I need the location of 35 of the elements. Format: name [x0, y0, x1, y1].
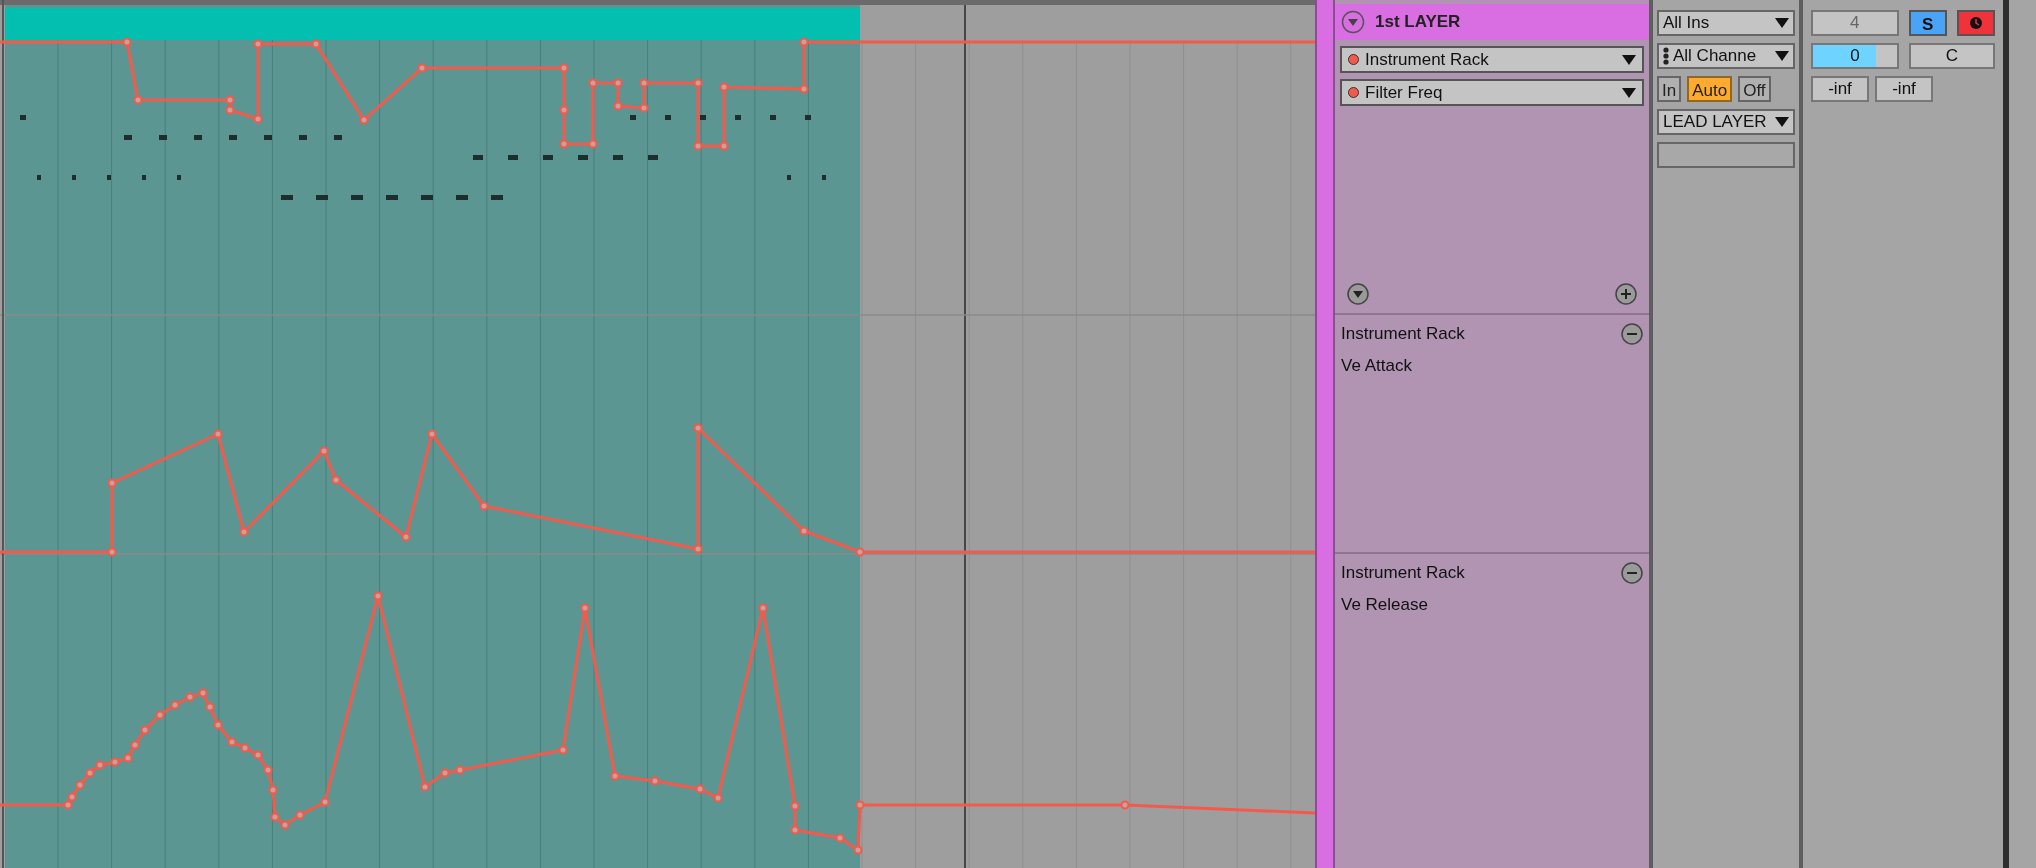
input-type-chooser[interactable]: All Ins [1657, 10, 1795, 36]
peak-level-readout[interactable]: -inf [1875, 76, 1933, 102]
channel-icon [1663, 47, 1669, 65]
dropdown-arrow-icon [1622, 54, 1636, 65]
device-on-icon[interactable] [1348, 54, 1359, 65]
device-chooser[interactable]: Instrument Rack [1340, 46, 1644, 73]
monitor-button[interactable]: In [1657, 76, 1682, 102]
midi-clip[interactable] [5, 5, 860, 868]
solo-button[interactable]: S [1908, 10, 1947, 36]
monitor-button[interactable]: Off [1738, 76, 1771, 102]
lane-parameter-name: Ve Attack [1341, 354, 1413, 377]
show-lane-icon[interactable] [1347, 283, 1369, 305]
pan-control[interactable]: C [1908, 43, 1995, 69]
clip-header[interactable] [5, 8, 860, 40]
dropdown-arrow-icon [1775, 51, 1789, 61]
remove-lane-icon[interactable] [1621, 561, 1643, 584]
add-lane-icon[interactable] [1615, 283, 1637, 305]
volume-slider[interactable]: 0 [1811, 43, 1899, 69]
record-arm-icon [1968, 16, 1983, 30]
dropdown-arrow-icon [1622, 87, 1636, 98]
track-name[interactable]: 1st LAYER [1375, 9, 1461, 35]
dropdown-arrow-icon [1775, 18, 1789, 28]
fold-icon[interactable] [1341, 10, 1365, 34]
dropdown-arrow-icon [1775, 117, 1789, 127]
input-channel-chooser[interactable]: All Channe [1657, 43, 1795, 69]
output-chooser[interactable]: LEAD LAYER [1657, 109, 1795, 135]
device-on-icon[interactable] [1348, 87, 1359, 98]
arm-button[interactable] [1956, 10, 1995, 36]
lane-device-name: Instrument Rack [1341, 323, 1465, 345]
monitor-button[interactable]: Auto [1687, 76, 1733, 102]
parameter-chooser[interactable]: Filter Freq [1340, 79, 1644, 106]
peak-level-readout[interactable]: -inf [1811, 76, 1869, 102]
lane-device-name: Instrument Rack [1341, 562, 1465, 584]
remove-lane-icon[interactable] [1621, 322, 1643, 345]
lane-parameter-name: Ve Release [1341, 593, 1429, 616]
